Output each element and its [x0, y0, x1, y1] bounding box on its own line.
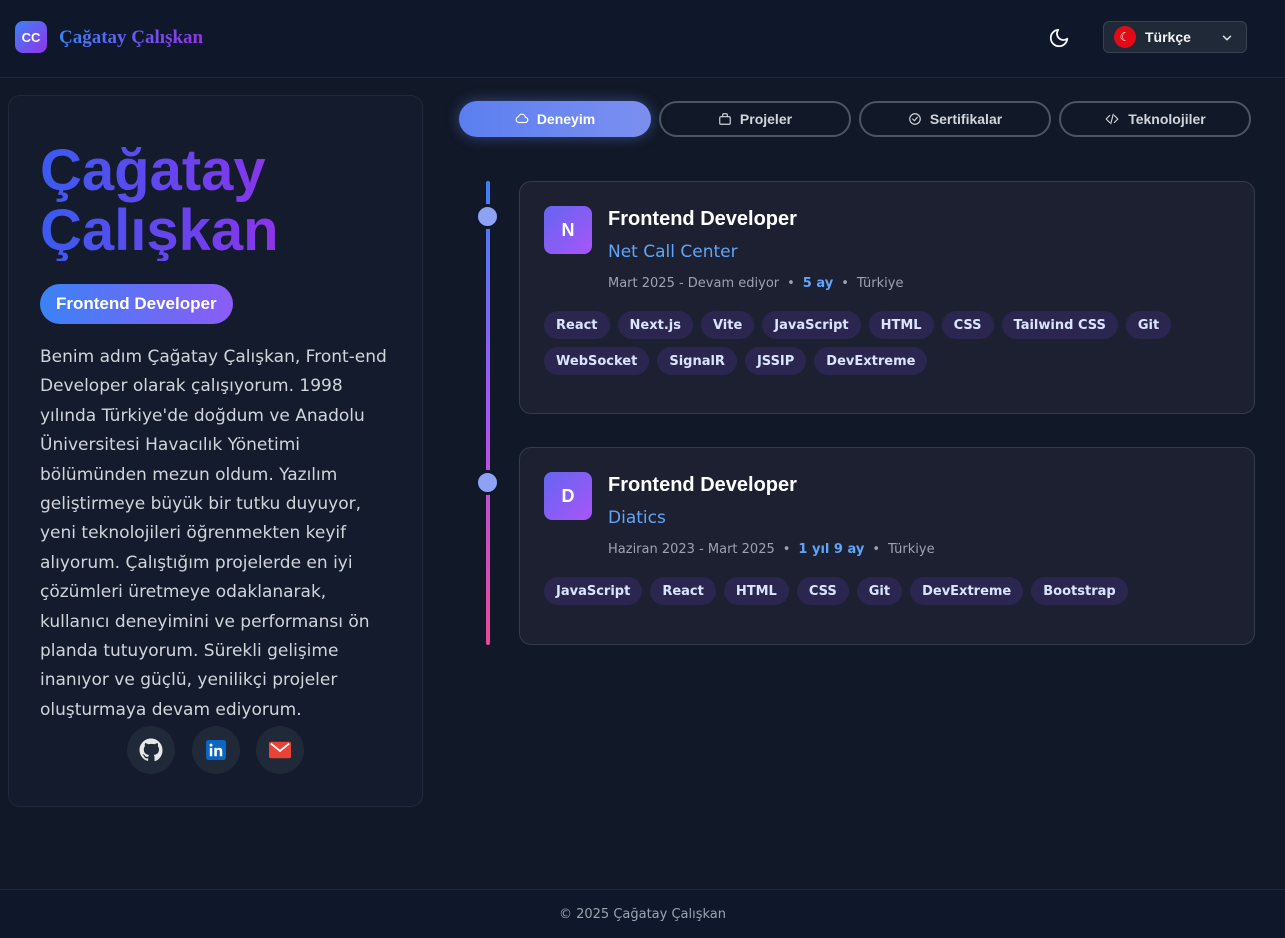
bio-text: Benim adım Çağatay Çalışkan, Front-end D…: [40, 347, 387, 720]
footer: © 2025 Çağatay Çalışkan: [0, 889, 1285, 938]
tab-deneyim[interactable]: Deneyim: [459, 101, 651, 137]
job-period: Mart 2025 - Devam ediyor: [608, 276, 780, 291]
company-name[interactable]: Diatics: [608, 508, 666, 528]
separator-dot: •: [872, 542, 880, 557]
moon-icon: [1049, 28, 1069, 48]
tab-projeler[interactable]: Projeler: [659, 101, 851, 137]
tab-label: Teknolojiler: [1128, 111, 1206, 127]
tech-tag: HTML: [723, 577, 789, 605]
tech-tags: JavaScript React HTML CSS Git DevExtreme…: [544, 577, 1244, 605]
separator-dot: •: [782, 542, 791, 557]
logo-badge[interactable]: CC: [15, 21, 47, 53]
tech-tag: Next.js: [617, 311, 693, 339]
timeline-dot: [475, 204, 500, 229]
tech-tag: CSS: [796, 577, 849, 605]
role-badge: Frontend Developer: [40, 284, 233, 324]
job-duration: 1 yıl 9 ay: [798, 542, 865, 557]
language-select[interactable]: ☾ Türkçe: [1103, 21, 1247, 53]
chevron-down-icon: [1222, 35, 1232, 41]
check-circle-icon: [908, 113, 921, 125]
profile-name: Çağatay Çalışkan: [40, 141, 400, 261]
tech-tag: Git: [856, 577, 903, 605]
separator-dot: •: [841, 276, 849, 291]
company-badge: N: [544, 206, 592, 254]
profile-sidebar: Çağatay Çalışkan Frontend Developer Beni…: [8, 95, 423, 807]
company-name[interactable]: Net Call Center: [608, 242, 738, 262]
tech-tags: React Next.js Vite JavaScript HTML CSS T…: [544, 311, 1244, 375]
linkedin-link[interactable]: [192, 726, 240, 774]
job-meta: Mart 2025 - Devam ediyor • 5 ay • Türkiy…: [608, 276, 903, 291]
language-label: Türkçe: [1145, 29, 1191, 45]
tech-tag: HTML: [868, 311, 934, 339]
tech-tag: JavaScript: [762, 311, 861, 339]
turkey-flag-icon: ☾: [1114, 26, 1136, 48]
email-icon: [269, 741, 291, 759]
profile-name-last: Çalışkan: [40, 198, 279, 263]
job-period: Haziran 2023 - Mart 2025: [608, 542, 775, 557]
tech-tag: JSSIP: [744, 347, 807, 375]
job-location: Türkiye: [856, 276, 904, 291]
company-badge: D: [544, 472, 592, 520]
tech-tag: React: [650, 577, 716, 605]
copyright-text: © 2025 Çağatay Çalışkan: [558, 906, 727, 922]
briefcase-icon: [515, 113, 529, 124]
job-title: Frontend Developer: [608, 474, 797, 496]
tab-label: Projeler: [739, 111, 793, 127]
profile-name-first: Çağatay: [40, 138, 266, 203]
folder-icon: [719, 113, 731, 125]
tech-tag: Vite: [700, 311, 755, 339]
tech-tag: Tailwind CSS: [1001, 311, 1118, 339]
tech-tag: CSS: [941, 311, 994, 339]
experience-card: D Frontend Developer Diatics Haziran 202…: [519, 447, 1255, 645]
job-duration: 5 ay: [802, 276, 834, 291]
tab-label: Sertifikalar: [929, 111, 1003, 127]
experience-card: N Frontend Developer Net Call Center Mar…: [519, 181, 1255, 414]
top-navbar: CC Çağatay Çalışkan ☾ Türkçe: [0, 0, 1285, 78]
github-icon: [139, 738, 163, 762]
tech-tag: Bootstrap: [1031, 577, 1128, 605]
tech-tag: JavaScript: [544, 577, 643, 605]
job-location: Türkiye: [888, 542, 935, 557]
tab-sertifikalar[interactable]: Sertifikalar: [859, 101, 1051, 137]
github-link[interactable]: [127, 726, 175, 774]
email-link[interactable]: [256, 726, 304, 774]
tech-tag: DevExtreme: [814, 347, 928, 375]
tech-tag: Git: [1125, 311, 1172, 339]
job-title: Frontend Developer: [608, 208, 797, 230]
code-icon: [1105, 113, 1119, 125]
timeline-line: [486, 181, 490, 645]
theme-toggle-button[interactable]: [1046, 25, 1072, 51]
tech-tag: SignalR: [657, 347, 737, 375]
tech-tag: DevExtreme: [910, 577, 1024, 605]
tab-label: Deneyim: [536, 111, 596, 127]
tab-teknolojiler[interactable]: Teknolojiler: [1059, 101, 1251, 137]
separator-dot: •: [787, 276, 795, 291]
site-name[interactable]: Çağatay Çalışkan: [59, 27, 203, 49]
job-meta: Haziran 2023 - Mart 2025 • 1 yıl 9 ay • …: [608, 542, 935, 557]
timeline-dot: [475, 470, 500, 495]
tech-tag: WebSocket: [544, 347, 650, 375]
tech-tag: React: [544, 311, 610, 339]
linkedin-icon: [206, 740, 226, 760]
